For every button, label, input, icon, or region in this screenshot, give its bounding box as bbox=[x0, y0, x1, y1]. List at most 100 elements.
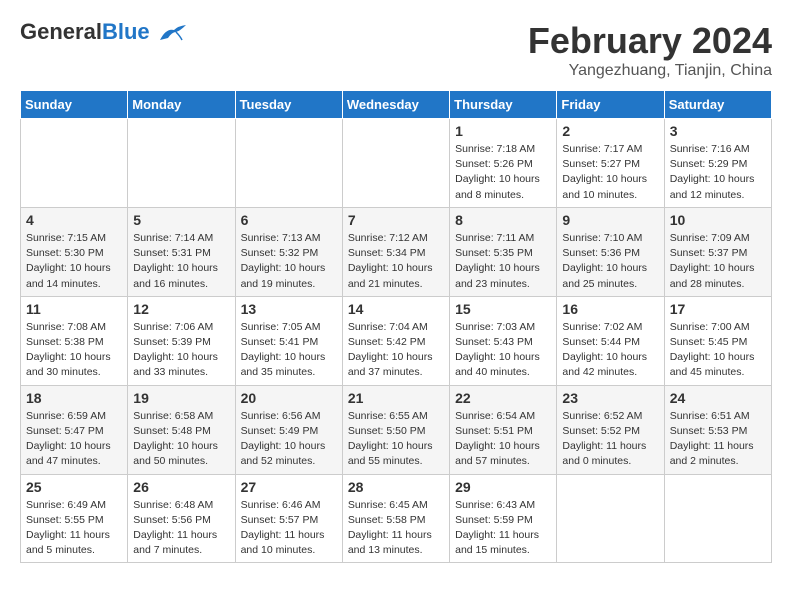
day-number: 24 bbox=[670, 390, 766, 406]
day-info: Sunrise: 6:46 AM Sunset: 5:57 PM Dayligh… bbox=[241, 498, 337, 559]
day-number: 9 bbox=[562, 212, 658, 228]
day-of-week-header: Wednesday bbox=[342, 91, 449, 119]
calendar-cell: 25 Sunrise: 6:49 AM Sunset: 5:55 PM Dayli… bbox=[21, 474, 128, 563]
day-info: Sunrise: 7:16 AM Sunset: 5:29 PM Dayligh… bbox=[670, 142, 766, 203]
day-number: 1 bbox=[455, 123, 551, 139]
day-info: Sunrise: 7:08 AM Sunset: 5:38 PM Dayligh… bbox=[26, 320, 122, 381]
calendar-cell: 2 Sunrise: 7:17 AM Sunset: 5:27 PM Daylig… bbox=[557, 119, 664, 208]
calendar-cell: 7Sunrise: 7:12 AM Sunset: 5:34 PM Daylig… bbox=[342, 207, 449, 296]
calendar-cell bbox=[342, 119, 449, 208]
day-info: Sunrise: 6:55 AM Sunset: 5:50 PM Dayligh… bbox=[348, 409, 444, 470]
logo-bird-icon bbox=[158, 22, 188, 44]
day-number: 28 bbox=[348, 479, 444, 495]
day-number: 25 bbox=[26, 479, 122, 495]
day-info: Sunrise: 7:00 AM Sunset: 5:45 PM Dayligh… bbox=[670, 320, 766, 381]
day-number: 12 bbox=[133, 301, 229, 317]
calendar-cell: 24Sunrise: 6:51 AM Sunset: 5:53 PM Dayli… bbox=[664, 385, 771, 474]
day-info: Sunrise: 7:10 AM Sunset: 5:36 PM Dayligh… bbox=[562, 231, 658, 292]
calendar-cell: 14 Sunrise: 7:04 AM Sunset: 5:42 PM Dayli… bbox=[342, 296, 449, 385]
day-number: 13 bbox=[241, 301, 337, 317]
location-subtitle: Yangezhuang, Tianjin, China bbox=[528, 62, 772, 80]
day-number: 14 bbox=[348, 301, 444, 317]
calendar-table: SundayMondayTuesdayWednesdayThursdayFrid… bbox=[20, 90, 772, 563]
day-info: Sunrise: 6:45 AM Sunset: 5:58 PM Dayligh… bbox=[348, 498, 444, 559]
day-number: 16 bbox=[562, 301, 658, 317]
calendar-cell: 18Sunrise: 6:59 AM Sunset: 5:47 PM Dayli… bbox=[21, 385, 128, 474]
calendar-cell: 11 Sunrise: 7:08 AM Sunset: 5:38 PM Dayli… bbox=[21, 296, 128, 385]
day-info: Sunrise: 7:17 AM Sunset: 5:27 PM Dayligh… bbox=[562, 142, 658, 203]
day-number: 6 bbox=[241, 212, 337, 228]
day-number: 17 bbox=[670, 301, 766, 317]
day-info: Sunrise: 6:48 AM Sunset: 5:56 PM Dayligh… bbox=[133, 498, 229, 559]
day-info: Sunrise: 7:04 AM Sunset: 5:42 PM Dayligh… bbox=[348, 320, 444, 381]
calendar-cell: 12 Sunrise: 7:06 AM Sunset: 5:39 PM Dayli… bbox=[128, 296, 235, 385]
day-number: 2 bbox=[562, 123, 658, 139]
calendar-cell bbox=[664, 474, 771, 563]
calendar-cell: 1 Sunrise: 7:18 AM Sunset: 5:26 PM Daylig… bbox=[450, 119, 557, 208]
calendar-cell: 19 Sunrise: 6:58 AM Sunset: 5:48 PM Dayli… bbox=[128, 385, 235, 474]
calendar-week-row: 18Sunrise: 6:59 AM Sunset: 5:47 PM Dayli… bbox=[21, 385, 772, 474]
calendar-cell: 27 Sunrise: 6:46 AM Sunset: 5:57 PM Dayli… bbox=[235, 474, 342, 563]
day-number: 18 bbox=[26, 390, 122, 406]
day-info: Sunrise: 7:15 AM Sunset: 5:30 PM Dayligh… bbox=[26, 231, 122, 292]
calendar-cell: 13 Sunrise: 7:05 AM Sunset: 5:41 PM Dayli… bbox=[235, 296, 342, 385]
day-info: Sunrise: 6:58 AM Sunset: 5:48 PM Dayligh… bbox=[133, 409, 229, 470]
day-info: Sunrise: 6:43 AM Sunset: 5:59 PM Dayligh… bbox=[455, 498, 551, 559]
day-number: 3 bbox=[670, 123, 766, 139]
month-year-title: February 2024 bbox=[528, 20, 772, 62]
calendar-cell: 20 Sunrise: 6:56 AM Sunset: 5:49 PM Dayli… bbox=[235, 385, 342, 474]
calendar-week-row: 4 Sunrise: 7:15 AM Sunset: 5:30 PM Daylig… bbox=[21, 207, 772, 296]
day-info: Sunrise: 7:18 AM Sunset: 5:26 PM Dayligh… bbox=[455, 142, 551, 203]
day-of-week-header: Monday bbox=[128, 91, 235, 119]
calendar-cell: 6 Sunrise: 7:13 AM Sunset: 5:32 PM Daylig… bbox=[235, 207, 342, 296]
calendar-cell: 4 Sunrise: 7:15 AM Sunset: 5:30 PM Daylig… bbox=[21, 207, 128, 296]
day-of-week-header: Saturday bbox=[664, 91, 771, 119]
calendar-cell: 9 Sunrise: 7:10 AM Sunset: 5:36 PM Daylig… bbox=[557, 207, 664, 296]
calendar-cell: 16Sunrise: 7:02 AM Sunset: 5:44 PM Dayli… bbox=[557, 296, 664, 385]
day-number: 22 bbox=[455, 390, 551, 406]
day-info: Sunrise: 7:03 AM Sunset: 5:43 PM Dayligh… bbox=[455, 320, 551, 381]
calendar-cell bbox=[128, 119, 235, 208]
calendar-cell: 23Sunrise: 6:52 AM Sunset: 5:52 PM Dayli… bbox=[557, 385, 664, 474]
day-info: Sunrise: 7:06 AM Sunset: 5:39 PM Dayligh… bbox=[133, 320, 229, 381]
calendar-header-row: SundayMondayTuesdayWednesdayThursdayFrid… bbox=[21, 91, 772, 119]
title-block: February 2024 Yangezhuang, Tianjin, Chin… bbox=[528, 20, 772, 80]
day-number: 15 bbox=[455, 301, 551, 317]
day-number: 4 bbox=[26, 212, 122, 228]
day-number: 7 bbox=[348, 212, 444, 228]
calendar-cell: 15 Sunrise: 7:03 AM Sunset: 5:43 PM Dayli… bbox=[450, 296, 557, 385]
day-of-week-header: Sunday bbox=[21, 91, 128, 119]
day-info: Sunrise: 6:52 AM Sunset: 5:52 PM Dayligh… bbox=[562, 409, 658, 470]
calendar-cell: 22 Sunrise: 6:54 AM Sunset: 5:51 PM Dayli… bbox=[450, 385, 557, 474]
day-number: 11 bbox=[26, 301, 122, 317]
calendar-cell: 3 Sunrise: 7:16 AM Sunset: 5:29 PM Daylig… bbox=[664, 119, 771, 208]
day-number: 26 bbox=[133, 479, 229, 495]
day-of-week-header: Tuesday bbox=[235, 91, 342, 119]
day-info: Sunrise: 6:49 AM Sunset: 5:55 PM Dayligh… bbox=[26, 498, 122, 559]
day-info: Sunrise: 7:05 AM Sunset: 5:41 PM Dayligh… bbox=[241, 320, 337, 381]
calendar-cell: 28 Sunrise: 6:45 AM Sunset: 5:58 PM Dayli… bbox=[342, 474, 449, 563]
day-info: Sunrise: 7:13 AM Sunset: 5:32 PM Dayligh… bbox=[241, 231, 337, 292]
calendar-week-row: 25 Sunrise: 6:49 AM Sunset: 5:55 PM Dayli… bbox=[21, 474, 772, 563]
page-header: GeneralBlue February 2024 Yangezhuang, T… bbox=[20, 20, 772, 80]
day-number: 21 bbox=[348, 390, 444, 406]
day-number: 19 bbox=[133, 390, 229, 406]
day-info: Sunrise: 6:56 AM Sunset: 5:49 PM Dayligh… bbox=[241, 409, 337, 470]
day-number: 29 bbox=[455, 479, 551, 495]
day-of-week-header: Friday bbox=[557, 91, 664, 119]
calendar-week-row: 11 Sunrise: 7:08 AM Sunset: 5:38 PM Dayli… bbox=[21, 296, 772, 385]
day-info: Sunrise: 6:54 AM Sunset: 5:51 PM Dayligh… bbox=[455, 409, 551, 470]
calendar-cell: 21 Sunrise: 6:55 AM Sunset: 5:50 PM Dayli… bbox=[342, 385, 449, 474]
day-info: Sunrise: 7:11 AM Sunset: 5:35 PM Dayligh… bbox=[455, 231, 551, 292]
calendar-cell bbox=[557, 474, 664, 563]
calendar-cell: 8 Sunrise: 7:11 AM Sunset: 5:35 PM Daylig… bbox=[450, 207, 557, 296]
day-number: 27 bbox=[241, 479, 337, 495]
day-number: 8 bbox=[455, 212, 551, 228]
day-number: 10 bbox=[670, 212, 766, 228]
day-number: 5 bbox=[133, 212, 229, 228]
calendar-cell bbox=[235, 119, 342, 208]
calendar-cell: 26 Sunrise: 6:48 AM Sunset: 5:56 PM Dayli… bbox=[128, 474, 235, 563]
day-number: 20 bbox=[241, 390, 337, 406]
calendar-cell: 29 Sunrise: 6:43 AM Sunset: 5:59 PM Dayli… bbox=[450, 474, 557, 563]
logo: GeneralBlue bbox=[20, 20, 188, 44]
